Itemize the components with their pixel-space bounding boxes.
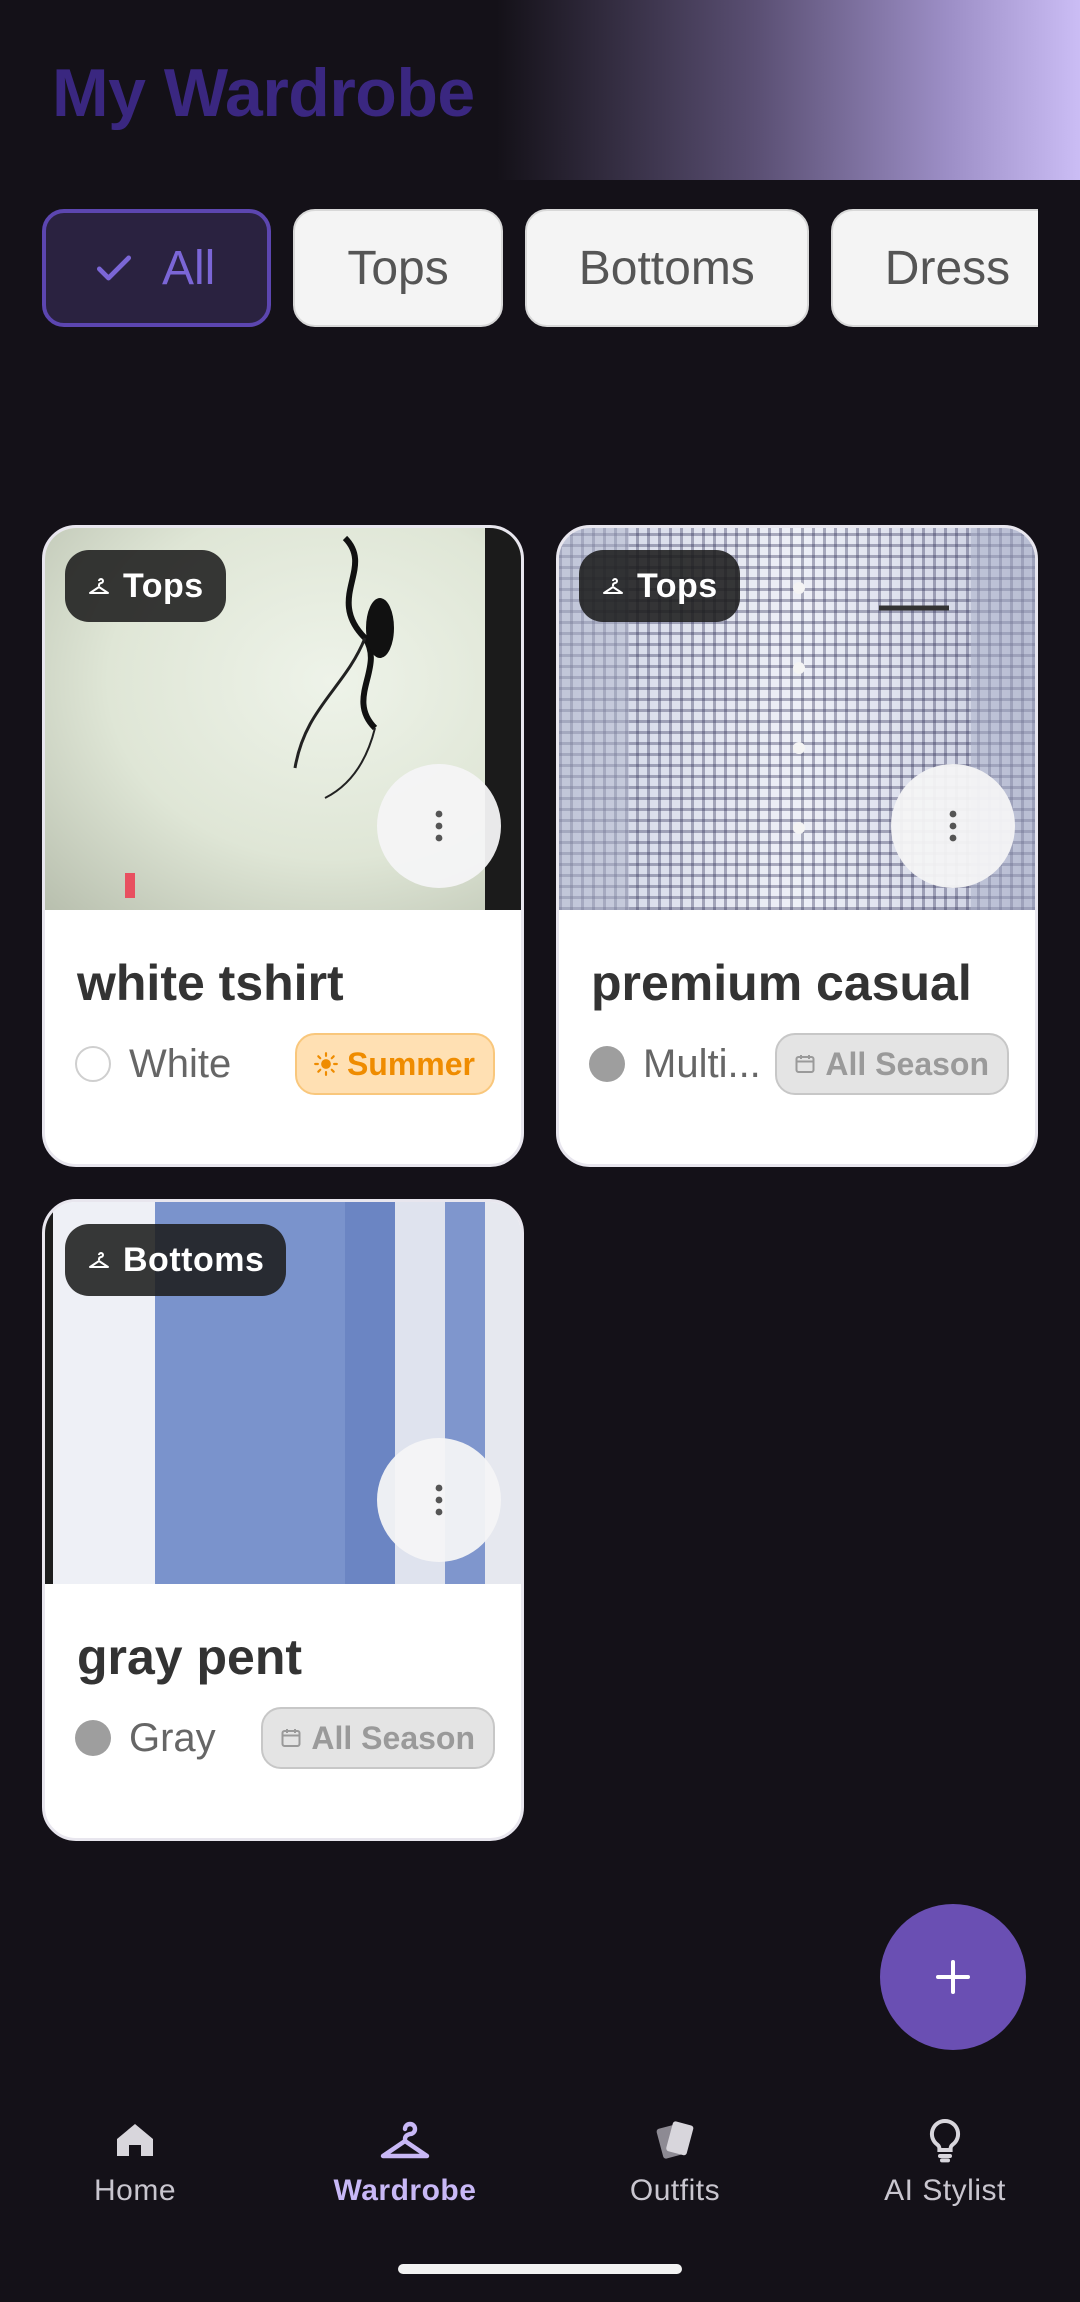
filter-chip-tops[interactable]: Tops [293,209,503,327]
season-badge: Summer [294,1033,495,1095]
calendar-icon [795,1055,815,1073]
home-icon [117,2124,153,2156]
filter-chip-label: Tops [347,241,449,295]
color-name: Gray [129,1715,216,1760]
filter-chip-label: Bottoms [578,241,755,295]
filter-chip-all[interactable]: All [42,209,272,327]
more-vertical-icon [435,1484,443,1516]
category-tag-label: Bottoms [123,1240,265,1279]
color-swatch [75,1046,111,1082]
page-title: My Wardrobe [52,55,475,131]
item-meta-row: White Summer [75,1032,495,1096]
season-badge: All Season [261,1707,495,1769]
check-icon [96,255,132,281]
wardrobe-item-card[interactable]: Tops white tshirt White Summer [42,525,524,1167]
filter-chip-label: Dress [884,241,1011,295]
wardrobe-item-card[interactable]: Tops premium casual Multi... All Season [556,525,1038,1167]
hanger-icon [89,1252,109,1268]
category-tag-label: Tops [637,566,718,605]
color-name: Multi... [643,1041,761,1086]
category-filter-bar: All Tops Bottoms Dress [42,206,1038,330]
app-header: My Wardrobe [0,0,1080,180]
plus-icon [936,1960,970,1994]
hanger-icon [89,578,109,594]
nav-label: Wardrobe [333,2174,477,2207]
color-name: White [129,1041,232,1086]
outfits-icon [656,2121,694,2159]
season-badge: All Season [775,1033,1009,1095]
hanger-icon [603,578,623,594]
season-label: All Season [311,1719,475,1756]
item-more-button[interactable] [377,764,501,888]
hanger-icon [380,2121,430,2159]
item-meta-row: Gray All Season [75,1706,495,1770]
nav-item-wardrobe[interactable]: Wardrobe [285,2116,525,2236]
item-meta-row: Multi... All Season [589,1032,1009,1096]
item-more-button[interactable] [891,764,1015,888]
filter-chip-label: All [162,241,216,295]
nav-label: AI Stylist [884,2174,1006,2207]
filter-chip-dress[interactable]: Dress [830,209,1038,327]
category-tag: Tops [65,550,226,622]
wardrobe-item-card[interactable]: Bottoms gray pent Gray All Season [42,1199,524,1841]
nav-item-home[interactable]: Home [15,2116,255,2236]
lightbulb-icon [929,2118,961,2163]
category-tag: Bottoms [65,1224,287,1296]
nav-label: Home [93,2174,177,2207]
nav-label: Outfits [629,2174,721,2207]
add-item-button[interactable] [880,1904,1026,2050]
more-vertical-icon [949,810,957,842]
season-label: All Season [825,1045,989,1082]
sun-icon [314,1052,338,1076]
item-name: gray pent [77,1629,303,1685]
color-swatch [589,1046,625,1082]
filter-chip-bottoms[interactable]: Bottoms [524,209,809,327]
calendar-icon [281,1729,301,1747]
color-swatch [75,1720,111,1756]
home-indicator[interactable] [398,2264,682,2274]
nav-item-ai-stylist[interactable]: AI Stylist [825,2116,1065,2236]
item-more-button[interactable] [377,1438,501,1562]
nav-item-outfits[interactable]: Outfits [555,2116,795,2236]
more-vertical-icon [435,810,443,842]
category-tag-label: Tops [123,566,204,605]
category-tag: Tops [579,550,740,622]
item-name: premium casual [591,955,972,1011]
item-name: white tshirt [77,955,344,1011]
season-label: Summer [346,1045,475,1082]
